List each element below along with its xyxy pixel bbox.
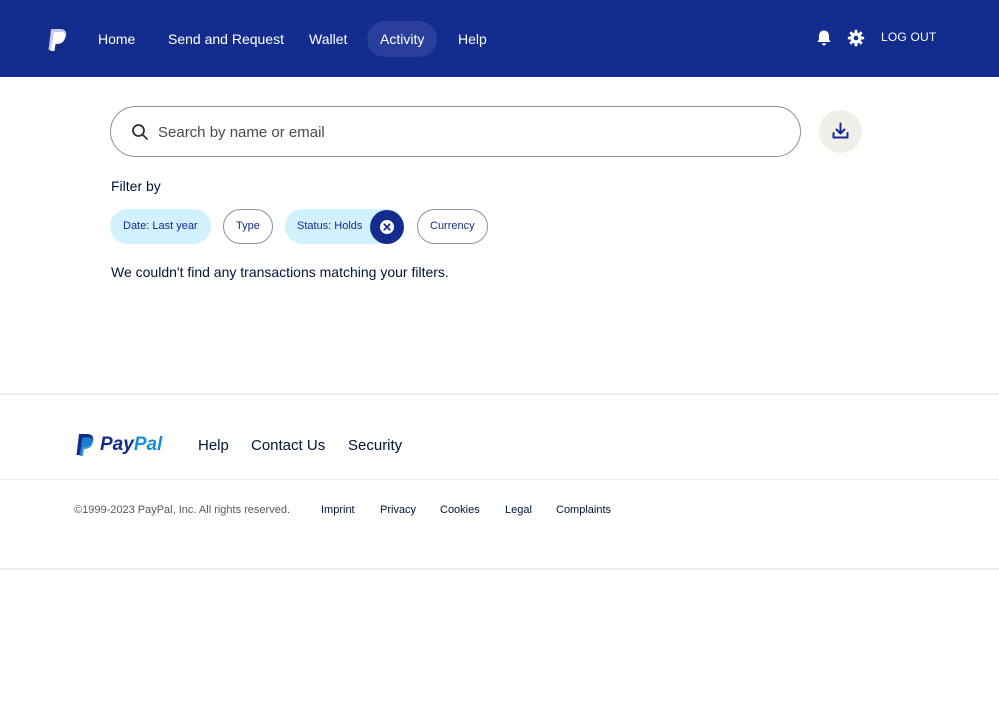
filter-chip-currency[interactable]: Currency	[417, 209, 488, 244]
download-button[interactable]	[819, 110, 862, 153]
footer-link-complaints[interactable]: Complaints	[556, 504, 611, 516]
footer-link-security[interactable]: Security	[348, 437, 402, 454]
footer-brand[interactable]: PayPal	[100, 434, 162, 456]
footer-brand-pay: Pay	[100, 434, 134, 455]
gear-icon[interactable]	[847, 29, 865, 47]
download-icon	[832, 122, 849, 139]
footer-link-privacy[interactable]: Privacy	[380, 504, 416, 516]
footer-link-help[interactable]: Help	[198, 437, 229, 454]
footer-brand-pal: Pal	[133, 434, 163, 455]
footer-divider	[0, 479, 999, 480]
filter-by-label: Filter by	[111, 178, 161, 194]
footer-link-cookies[interactable]: Cookies	[440, 504, 480, 516]
search-bar[interactable]	[110, 106, 801, 157]
footer-link-contact-us[interactable]: Contact Us	[251, 437, 325, 454]
nav-activity[interactable]: Activity	[367, 21, 437, 57]
logout-button[interactable]: LOG OUT	[881, 30, 936, 44]
copyright-text: ©1999-2023 PayPal, Inc. All rights reser…	[74, 504, 290, 516]
empty-results-message: We couldn't find any transactions matchi…	[111, 264, 449, 280]
paypal-logo-icon[interactable]	[46, 28, 68, 52]
paypal-logo-icon[interactable]	[75, 433, 95, 457]
nav-send-and-request[interactable]: Send and Request	[155, 21, 297, 57]
footer-divider	[0, 393, 999, 395]
search-input[interactable]	[158, 119, 758, 145]
nav-home[interactable]: Home	[85, 21, 148, 57]
footer-link-legal[interactable]: Legal	[505, 504, 532, 516]
search-icon	[132, 124, 148, 140]
bell-icon[interactable]	[815, 29, 833, 47]
nav-help[interactable]: Help	[445, 21, 500, 57]
clear-status-filter-button[interactable]	[370, 210, 404, 244]
footer-bottom-divider	[0, 568, 999, 570]
filter-chip-date[interactable]: Date: Last year	[110, 209, 211, 244]
filter-chip-type[interactable]: Type	[223, 209, 273, 244]
nav-wallet[interactable]: Wallet	[296, 21, 360, 57]
close-circle-icon	[380, 220, 394, 234]
footer-link-imprint[interactable]: Imprint	[321, 504, 355, 516]
top-nav-bar: Home Send and Request Wallet Activity He…	[0, 0, 999, 77]
